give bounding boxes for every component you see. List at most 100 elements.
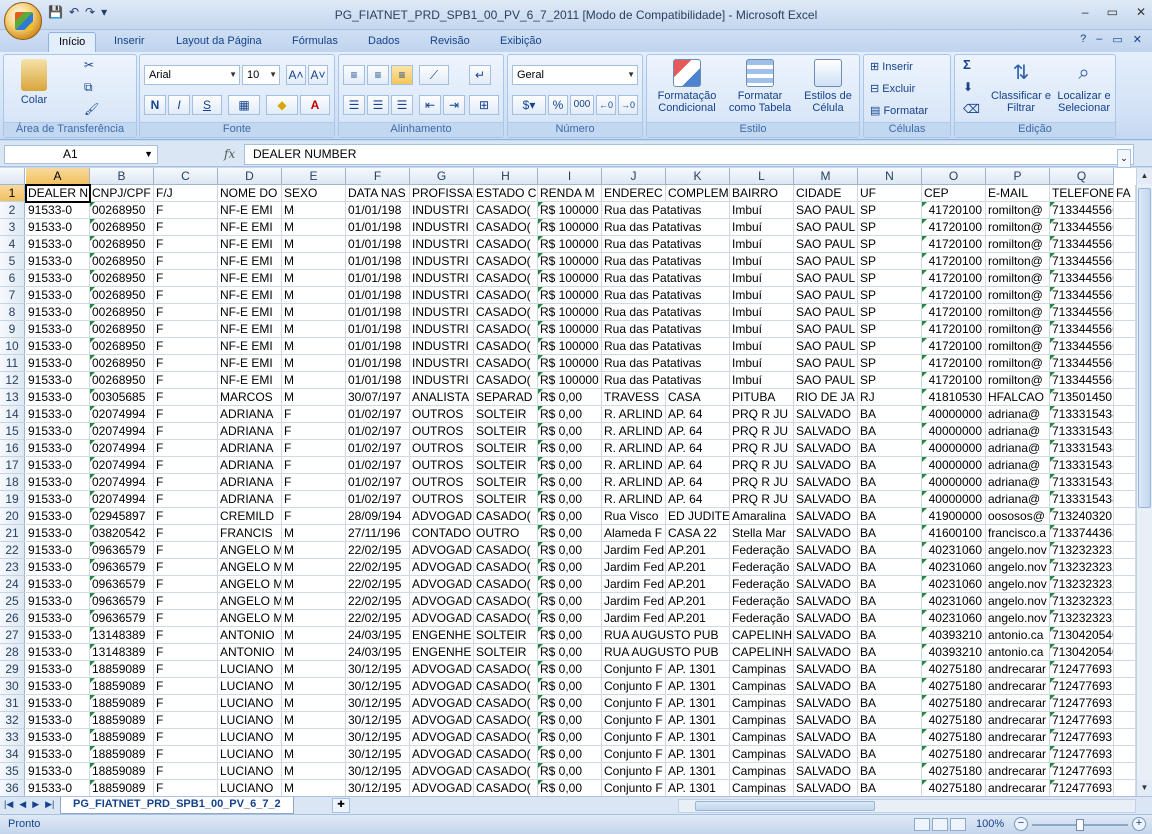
cell[interactable]: F	[282, 440, 346, 457]
cell[interactable]: Conjunto F	[602, 695, 666, 712]
cell[interactable]: R$ 100000	[538, 321, 602, 338]
number-format-select[interactable]: Geral ▼	[512, 65, 638, 85]
cell[interactable]: F	[154, 321, 218, 338]
cell[interactable]: M	[282, 593, 346, 610]
cell[interactable]: 40231060	[922, 576, 986, 593]
row-header[interactable]: 13	[0, 389, 25, 406]
cell[interactable]: 91533-0	[26, 525, 90, 542]
cell[interactable]: CAPELINH	[730, 644, 794, 661]
cell[interactable]: andrecarar	[986, 695, 1050, 712]
cell[interactable]: NF-E EMI	[218, 270, 282, 287]
cell[interactable]: romilton@	[986, 372, 1050, 389]
cell[interactable]: BA	[858, 678, 922, 695]
autosum-icon[interactable]: Σ	[963, 58, 971, 71]
cell[interactable]: CONTADO	[410, 525, 474, 542]
cell[interactable]: BAIRRO	[730, 185, 794, 202]
cell[interactable]: AP. 64	[666, 491, 730, 508]
cell[interactable]: Rua das Patativas	[602, 270, 730, 287]
cell[interactable]: 7133445566	[1050, 253, 1114, 270]
cell[interactable]: F	[154, 389, 218, 406]
cell[interactable]: Imbuí	[730, 236, 794, 253]
cell[interactable]: NOME DO	[218, 185, 282, 202]
cell[interactable]: INDUSTRI	[410, 338, 474, 355]
cell[interactable]: ADRIANA	[218, 406, 282, 423]
cell[interactable]: 7130420540	[1050, 627, 1114, 644]
cell[interactable]: Federação	[730, 610, 794, 627]
cell[interactable]: 41720100	[922, 372, 986, 389]
cell[interactable]: SEPARAD	[474, 389, 538, 406]
cell[interactable]: COMPLEM	[666, 185, 730, 202]
align-left-icon[interactable]: ☰	[343, 95, 365, 115]
cell[interactable]: M	[282, 338, 346, 355]
cell[interactable]: TELEFONE	[1050, 185, 1114, 202]
cell[interactable]: SALVADO	[794, 610, 858, 627]
cell[interactable]: 18859089	[90, 746, 154, 763]
cell[interactable]: CASADO(	[474, 236, 538, 253]
cell[interactable]: M	[282, 559, 346, 576]
cell[interactable]	[1114, 219, 1136, 236]
row-header[interactable]: 4	[0, 236, 25, 253]
cell[interactable]: M	[282, 372, 346, 389]
row-header[interactable]: 31	[0, 695, 25, 712]
zoom-level[interactable]: 100%	[976, 818, 1004, 830]
formula-input[interactable]: DEALER NUMBER ⌄	[244, 144, 1134, 168]
cell[interactable]: 41720100	[922, 270, 986, 287]
cell[interactable]: 22/02/195	[346, 559, 410, 576]
cell[interactable]: SALVADO	[794, 440, 858, 457]
cell[interactable]: Campinas	[730, 746, 794, 763]
help-icon[interactable]: ?	[1080, 33, 1086, 46]
cell[interactable]: SALVADO	[794, 457, 858, 474]
cell[interactable]: 91533-0	[26, 457, 90, 474]
cell[interactable]: 7133315438	[1050, 474, 1114, 491]
cell[interactable]: R$ 100000	[538, 338, 602, 355]
cell[interactable]	[1114, 406, 1136, 423]
cell[interactable]: 18859089	[90, 678, 154, 695]
cell[interactable]: 91533-0	[26, 440, 90, 457]
cell[interactable]: CASADO(	[474, 746, 538, 763]
row-header[interactable]: 24	[0, 576, 25, 593]
cell[interactable]: Rua das Patativas	[602, 355, 730, 372]
cell[interactable]: 7132323232	[1050, 576, 1114, 593]
cell[interactable]: 40000000	[922, 457, 986, 474]
cell[interactable]: 00268950	[90, 355, 154, 372]
cell[interactable]: angelo.nov	[986, 593, 1050, 610]
cell[interactable]: 01/02/197	[346, 406, 410, 423]
cell[interactable]: ADVOGAD	[410, 780, 474, 796]
cell[interactable]	[1114, 423, 1136, 440]
cell[interactable]: andrecarar	[986, 712, 1050, 729]
cell[interactable]: HFALCAO	[986, 389, 1050, 406]
cell[interactable]: M	[282, 525, 346, 542]
cell[interactable]: CASADO(	[474, 219, 538, 236]
cell[interactable]: INDUSTRI	[410, 270, 474, 287]
percent-button[interactable]: %	[548, 95, 568, 115]
cell[interactable]: Imbuí	[730, 304, 794, 321]
cell[interactable]: SP	[858, 253, 922, 270]
cell[interactable]: ANGELO M	[218, 593, 282, 610]
row-header[interactable]: 32	[0, 712, 25, 729]
cell[interactable]: ADVOGAD	[410, 593, 474, 610]
cell[interactable]: 22/02/195	[346, 576, 410, 593]
cell[interactable]	[1114, 763, 1136, 780]
cell[interactable]: 91533-0	[26, 729, 90, 746]
cell[interactable]: ANGELO M	[218, 542, 282, 559]
cell[interactable]: CASADO(	[474, 287, 538, 304]
cell[interactable]: 01/02/197	[346, 491, 410, 508]
cell[interactable]: SALVADO	[794, 763, 858, 780]
cell[interactable]: Jardim Fed	[602, 610, 666, 627]
cell[interactable]: R$ 0,00	[538, 610, 602, 627]
cell[interactable]: romilton@	[986, 287, 1050, 304]
cell[interactable]: SALVADO	[794, 525, 858, 542]
cell[interactable]	[1114, 338, 1136, 355]
row-header[interactable]: 27	[0, 627, 25, 644]
cell[interactable]	[1114, 627, 1136, 644]
cell[interactable]: 02074994	[90, 457, 154, 474]
cell[interactable]	[1114, 712, 1136, 729]
cell[interactable]: INDUSTRI	[410, 321, 474, 338]
cell[interactable]: SAO PAUL	[794, 321, 858, 338]
zoom-in-icon[interactable]: +	[1132, 817, 1146, 831]
cell[interactable]: Rua das Patativas	[602, 253, 730, 270]
row-header[interactable]: 19	[0, 491, 25, 508]
cell[interactable]: oososos@	[986, 508, 1050, 525]
cell[interactable]: AP. 1301	[666, 661, 730, 678]
cell[interactable]: CASADO(	[474, 576, 538, 593]
